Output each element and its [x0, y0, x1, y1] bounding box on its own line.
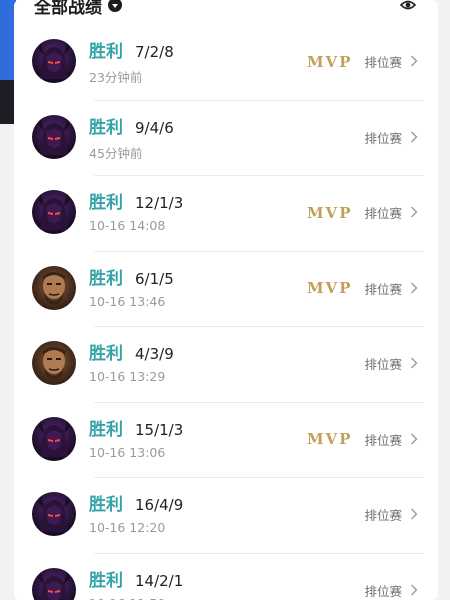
match-row[interactable]: 胜利 12/1/3 10-16 14:08 MVP 排位赛: [14, 175, 438, 251]
match-result: 胜利: [89, 193, 123, 213]
match-mode: 排位赛: [364, 357, 402, 373]
champion-avatar: [32, 39, 76, 83]
match-meta: 排位赛: [352, 326, 418, 402]
match-time: 45分钟前: [89, 145, 143, 161]
match-row[interactable]: 胜利 4/3/9 10-16 13:29 排位赛: [14, 326, 438, 402]
chevron-right-icon: [402, 354, 418, 373]
match-row[interactable]: 胜利 7/2/8 23分钟前 MVP 排位赛: [14, 24, 438, 100]
match-kda: 9/4/6: [135, 118, 174, 137]
match-list: 胜利 7/2/8 23分钟前 MVP 排位赛 胜利 9/4/6 45分钟前 排位…: [14, 24, 438, 600]
champion-avatar: [32, 341, 76, 385]
match-meta: MVP 排位赛: [307, 175, 418, 251]
match-filter-dropdown[interactable]: 全部战绩: [34, 0, 122, 18]
chevron-down-icon: [108, 0, 122, 12]
match-kda: 12/1/3: [135, 194, 184, 212]
mvp-badge: MVP: [306, 279, 353, 298]
chevron-right-icon: [402, 203, 418, 222]
match-time: 10-16 14:08: [89, 218, 166, 233]
match-info: 胜利 12/1/3 10-16 14:08: [89, 188, 183, 233]
champion-avatar: [32, 190, 76, 234]
match-meta: 排位赛: [352, 553, 418, 600]
champion-avatar: [32, 265, 76, 310]
match-mode: 排位赛: [364, 55, 402, 71]
mvp-badge: MVP: [306, 430, 353, 449]
chevron-right-icon: [402, 128, 418, 147]
champion-avatar: [32, 567, 76, 600]
match-row[interactable]: 胜利 6/1/5 10-16 13:46 MVP 排位赛: [14, 250, 438, 327]
mvp-badge: MVP: [306, 203, 353, 222]
match-history-header: 全部战绩: [14, 0, 438, 18]
eye-icon[interactable]: [400, 0, 416, 15]
champion-avatar: [32, 492, 76, 536]
match-result: 胜利: [89, 344, 123, 364]
mvp-badge: MVP: [306, 52, 353, 71]
match-row[interactable]: 胜利 9/4/6 45分钟前 排位赛: [14, 99, 438, 176]
match-mode: 排位赛: [364, 508, 402, 524]
chevron-right-icon: [402, 581, 418, 600]
match-kda: 14/2/1: [135, 571, 184, 590]
match-meta: MVP 排位赛: [307, 402, 418, 478]
match-info: 胜利 6/1/5 10-16 13:46: [89, 264, 174, 309]
match-mode: 排位赛: [364, 583, 402, 599]
match-time: 23分钟前: [89, 70, 143, 85]
match-mode: 排位赛: [364, 432, 402, 448]
match-time: 10-16 11:50: [89, 596, 183, 600]
match-info: 胜利 4/3/9 10-16 13:29: [89, 339, 174, 384]
match-time: 10-16 13:29: [89, 369, 166, 384]
match-info: 胜利 14/2/1 10-16 11:50: [89, 566, 183, 600]
match-time: 10-16 12:20: [89, 520, 166, 535]
chevron-right-icon: [402, 430, 418, 449]
match-meta: 排位赛: [352, 477, 418, 553]
match-result: 胜利: [89, 419, 123, 440]
match-result: 胜利: [89, 570, 123, 591]
match-time: 10-16 13:46: [89, 293, 166, 309]
match-mode: 排位赛: [364, 206, 402, 222]
match-mode: 排位赛: [364, 281, 402, 297]
match-meta: 排位赛: [352, 100, 418, 176]
chevron-right-icon: [402, 505, 418, 524]
match-result: 胜利: [89, 495, 123, 515]
match-time: 10-16 13:06: [89, 444, 166, 460]
match-info: 胜利 9/4/6 45分钟前: [89, 113, 174, 162]
match-kda: 4/3/9: [135, 345, 174, 363]
match-row[interactable]: 胜利 14/2/1 10-16 11:50 排位赛: [14, 552, 438, 600]
champion-avatar: [32, 416, 76, 461]
match-kda: 6/1/5: [135, 269, 174, 288]
match-result: 胜利: [89, 268, 123, 289]
match-result: 胜利: [89, 42, 123, 62]
chevron-right-icon: [402, 52, 418, 71]
page-title: 全部战绩: [34, 0, 102, 18]
match-row[interactable]: 胜利 15/1/3 10-16 13:06 MVP 排位赛: [14, 401, 438, 478]
match-result: 胜利: [89, 117, 123, 138]
match-info: 胜利 16/4/9 10-16 12:20: [89, 490, 183, 535]
champion-avatar: [32, 114, 76, 159]
match-history-card: 全部战绩 胜利 7/2/8 23分钟前 MVP 排位赛 胜利 9/4/6 45分…: [14, 0, 438, 600]
match-meta: MVP 排位赛: [307, 251, 418, 327]
match-kda: 16/4/9: [135, 496, 184, 514]
match-kda: 15/1/3: [135, 420, 184, 439]
match-info: 胜利 7/2/8 23分钟前: [89, 37, 174, 86]
match-info: 胜利 15/1/3 10-16 13:06: [89, 415, 183, 460]
match-meta: MVP 排位赛: [307, 24, 418, 100]
match-row[interactable]: 胜利 16/4/9 10-16 12:20 排位赛: [14, 477, 438, 553]
match-mode: 排位赛: [364, 130, 402, 146]
match-kda: 7/2/8: [135, 43, 174, 61]
chevron-right-icon: [402, 279, 418, 298]
